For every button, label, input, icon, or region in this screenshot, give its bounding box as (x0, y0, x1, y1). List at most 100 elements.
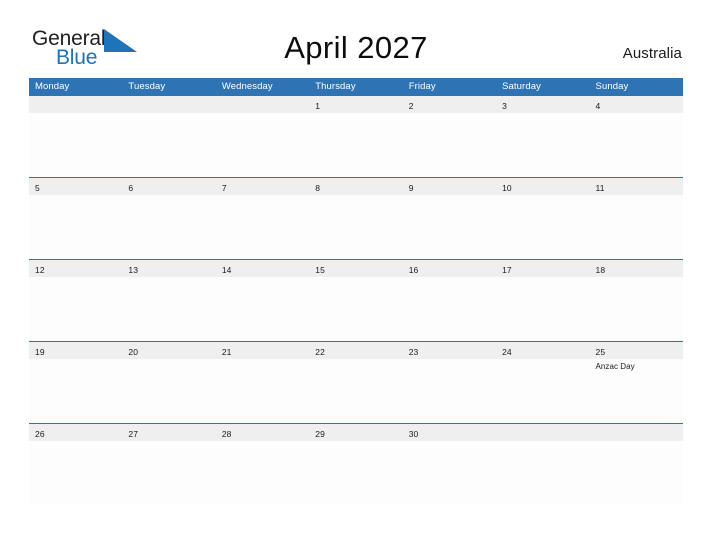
calendar-day-cell[interactable]: 23 (402, 342, 497, 423)
calendar-day-band: 23 (402, 342, 497, 359)
calendar-event-label: Anzac Day (595, 362, 635, 371)
calendar-day-band: 9 (402, 178, 497, 195)
calendar-day-band: 21 (215, 342, 310, 359)
calendar-day-band: 5 (29, 178, 123, 195)
calendar-day-band (496, 424, 590, 441)
calendar-day-cell[interactable]: 13 (122, 260, 216, 341)
calendar-day-cell[interactable]: 21 (215, 342, 310, 423)
calendar-day-cell[interactable]: 2 (402, 96, 497, 177)
weekday-header-wednesday: Wednesday (221, 81, 273, 92)
calendar-day-band: 13 (122, 260, 216, 277)
calendar-day-number: 9 (408, 183, 414, 193)
calendar-day-number: 22 (315, 347, 325, 357)
calendar-day-band: 2 (402, 96, 497, 113)
calendar-day-events: Anzac Day (590, 359, 683, 372)
calendar-day-cell[interactable]: 16 (402, 260, 497, 341)
calendar-day-number: 17 (502, 265, 512, 275)
calendar-day-cell[interactable]: 11 (589, 178, 683, 259)
calendar-page: General Blue April 2027 Australia Monday… (0, 0, 712, 550)
calendar-day-band: 10 (496, 178, 590, 195)
calendar-day-cell[interactable]: 6 (122, 178, 216, 259)
calendar-day-cell[interactable]: 15 (309, 260, 403, 341)
calendar-day-cell[interactable]: 3 (496, 96, 590, 177)
calendar-day-cell[interactable]: 30 (402, 424, 497, 505)
calendar-empty-cell (29, 96, 123, 177)
page-title: April 2027 (284, 30, 428, 65)
calendar-day-band (29, 96, 123, 113)
calendar-day-band: 8 (309, 178, 403, 195)
calendar-day-number: 30 (408, 429, 419, 439)
calendar-day-cell[interactable]: 17 (496, 260, 590, 341)
calendar-day-band (589, 424, 683, 441)
calendar-day-number: 18 (595, 265, 606, 275)
calendar-week-row: 19 20 21 22 23 24 25 Anzac Day (29, 341, 683, 423)
calendar-grid: Monday Tuesday Wednesday Thursday Friday… (29, 78, 683, 505)
calendar-week-row: 1 2 3 4 (29, 96, 683, 177)
calendar-day-cell[interactable]: 24 (496, 342, 590, 423)
calendar-day-number: 3 (502, 101, 507, 111)
calendar-day-number: 13 (128, 265, 139, 275)
weekday-header-thursday: Thursday (315, 81, 356, 92)
calendar-day-cell[interactable]: 12 (29, 260, 123, 341)
calendar-day-number: 7 (221, 183, 227, 193)
calendar-day-band: 30 (402, 424, 497, 441)
calendar-day-band: 12 (29, 260, 123, 277)
calendar-day-band: 29 (309, 424, 403, 441)
calendar-day-cell[interactable]: 22 (309, 342, 403, 423)
calendar-day-cell[interactable]: 19 (29, 342, 123, 423)
calendar-day-cell[interactable]: 8 (309, 178, 403, 259)
calendar-day-number: 1 (315, 101, 321, 111)
calendar-day-band: 14 (215, 260, 310, 277)
calendar-day-number: 4 (595, 101, 601, 111)
calendar-day-cell[interactable]: 4 (589, 96, 683, 177)
calendar-day-band: 20 (122, 342, 216, 359)
calendar-day-cell[interactable]: 18 (589, 260, 683, 341)
calendar-day-cell[interactable]: 20 (122, 342, 216, 423)
calendar-day-band: 7 (215, 178, 310, 195)
calendar-empty-cell (589, 424, 683, 505)
calendar-day-cell[interactable]: 10 (496, 178, 590, 259)
calendar-day-cell[interactable]: 7 (215, 178, 310, 259)
calendar-day-band: 16 (402, 260, 497, 277)
calendar-day-cell[interactable]: 14 (215, 260, 310, 341)
calendar-day-cell[interactable]: 1 (309, 96, 403, 177)
calendar-week-row: 26 27 28 29 30 (29, 423, 683, 505)
calendar-day-cell[interactable]: 27 (122, 424, 216, 505)
calendar-day-cell[interactable]: 25 Anzac Day (589, 342, 683, 423)
country-label: Australia (622, 45, 682, 62)
weekday-header-sunday: Sunday (595, 81, 629, 92)
calendar-day-band: 22 (309, 342, 403, 359)
calendar-day-band: 28 (215, 424, 310, 441)
calendar-day-band: 25 (589, 342, 683, 359)
calendar-day-cell[interactable]: 26 (29, 424, 123, 505)
calendar-day-number: 21 (221, 347, 232, 357)
weekday-header-tuesday: Tuesday (128, 81, 166, 92)
calendar-day-number: 19 (35, 347, 45, 357)
calendar-day-number: 26 (35, 429, 45, 439)
calendar-day-band: 6 (122, 178, 216, 195)
calendar-day-number: 15 (315, 265, 325, 275)
calendar-day-number: 28 (221, 429, 232, 439)
calendar-day-band: 24 (496, 342, 590, 359)
calendar-day-band: 1 (309, 96, 403, 113)
calendar-day-number: 16 (408, 265, 419, 275)
calendar-day-number: 11 (595, 183, 605, 193)
weekday-header-saturday: Saturday (502, 81, 541, 92)
calendar-day-band: 27 (122, 424, 216, 441)
calendar-day-band (215, 96, 310, 113)
calendar-day-band: 19 (29, 342, 123, 359)
calendar-empty-cell (215, 96, 310, 177)
calendar-day-number: 8 (315, 183, 321, 193)
weekday-header-friday: Friday (408, 81, 436, 92)
calendar-day-cell[interactable]: 5 (29, 178, 123, 259)
calendar-day-band: 26 (29, 424, 123, 441)
calendar-day-number: 14 (221, 265, 232, 275)
calendar-day-cell[interactable]: 28 (215, 424, 310, 505)
calendar-day-cell[interactable]: 29 (309, 424, 403, 505)
weekday-header-row: Monday Tuesday Wednesday Thursday Friday… (29, 78, 683, 96)
calendar-day-cell[interactable]: 9 (402, 178, 497, 259)
calendar-day-number: 24 (502, 347, 512, 357)
weekday-header-monday: Monday (35, 81, 70, 92)
calendar-empty-cell (122, 96, 216, 177)
calendar-day-number: 27 (128, 429, 139, 439)
